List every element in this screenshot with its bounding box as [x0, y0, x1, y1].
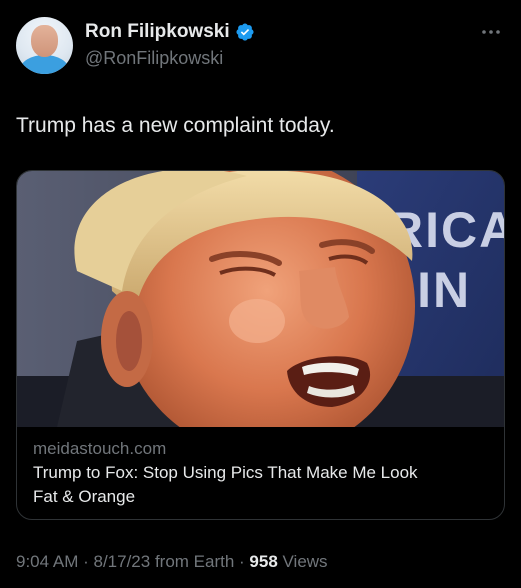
more-options-icon[interactable]: [479, 20, 503, 44]
link-card-title-line-1: Trump to Fox: Stop Using Pics That Make …: [33, 463, 418, 482]
avatar-head: [31, 25, 58, 57]
tweet-source: from Earth: [150, 552, 235, 571]
tweet-footer: 9:04 AM · 8/17/23 from Earth · 958 Views: [16, 552, 328, 572]
views-count: 958: [249, 552, 278, 571]
link-card-meta: meidastouch.com Trump to Fox: Stop Using…: [33, 437, 493, 509]
link-card[interactable]: RICA AIN meida: [16, 170, 505, 520]
link-card-image: RICA AIN: [17, 171, 504, 427]
author-handle[interactable]: @RonFilipkowski: [85, 48, 223, 69]
views-label: Views: [277, 552, 328, 571]
footer-separator: ·: [234, 552, 250, 571]
avatar[interactable]: [16, 17, 73, 74]
link-card-title-line-2: Fat & Orange: [33, 487, 136, 506]
tweet-time[interactable]: 9:04 AM: [16, 552, 78, 571]
author-name-row: Ron Filipkowski: [85, 21, 255, 43]
verified-badge-icon: [235, 22, 255, 42]
author-display-name[interactable]: Ron Filipkowski: [85, 21, 230, 43]
tweet: Ron Filipkowski @RonFilipkowski Trump ha…: [0, 0, 521, 588]
tweet-date[interactable]: 8/17/23: [93, 552, 150, 571]
tweet-text: Trump has a new complaint today.: [16, 114, 335, 137]
link-card-domain: meidastouch.com: [33, 439, 167, 458]
avatar-shirt: [20, 55, 69, 74]
footer-separator: ·: [78, 552, 94, 571]
